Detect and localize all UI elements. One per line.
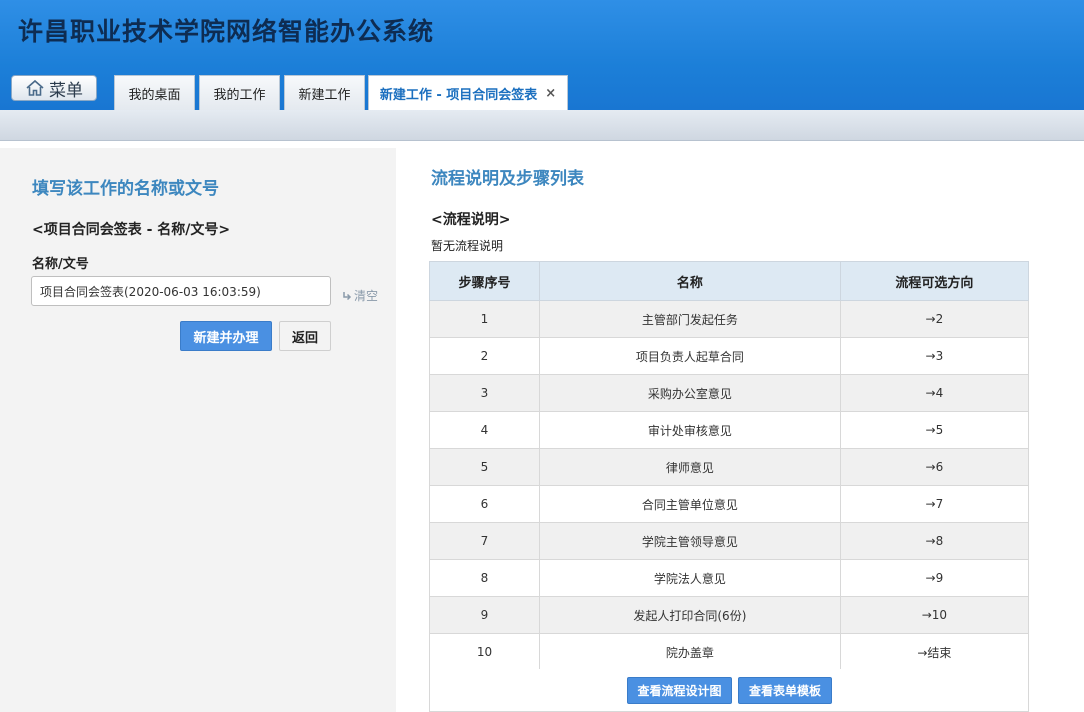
step-name: 审计处审核意见: [538, 411, 841, 449]
menu-label: 菜单: [49, 80, 83, 101]
table-row: 1 主管部门发起任务 →2: [429, 300, 1030, 338]
step-direction: →2: [839, 300, 1030, 338]
step-direction: →4: [839, 374, 1030, 412]
tab-label: 新建工作 - 项目合同会签表: [379, 87, 538, 103]
home-icon: [26, 79, 44, 96]
table-row: 6 合同主管单位意见 →7: [429, 485, 1030, 523]
tab-label: 我的工作: [213, 87, 266, 103]
back-button[interactable]: 返回: [279, 321, 331, 351]
table-row: 10 院办盖章 →结束: [429, 633, 1030, 671]
step-number: 10: [429, 633, 540, 671]
app-title: 许昌职业技术学院网络智能办公系统: [18, 17, 435, 46]
sub-toolbar: [0, 110, 1084, 141]
tab-label: 我的桌面: [128, 87, 181, 103]
step-number: 8: [429, 559, 540, 597]
step-name: 院办盖章: [538, 633, 841, 671]
step-number: 5: [429, 448, 540, 486]
flow-description-text: 暂无流程说明: [431, 239, 504, 253]
step-number: 4: [429, 411, 540, 449]
view-form-template-button[interactable]: 查看表单模板: [738, 677, 832, 704]
table-row: 4 审计处审核意见 →5: [429, 411, 1030, 449]
step-direction: →8: [839, 522, 1030, 560]
step-name: 发起人打印合同(6份): [538, 596, 841, 634]
left-panel: 填写该工作的名称或文号 <项目合同会签表 - 名称/文号> 名称/文号 清空 新…: [0, 148, 396, 712]
column-header-step-number: 步骤序号: [429, 261, 540, 301]
table-header-row: 步骤序号 名称 流程可选方向: [429, 261, 1030, 301]
step-name: 项目负责人起草合同: [538, 337, 841, 375]
step-direction: →5: [839, 411, 1030, 449]
steps-table: 步骤序号 名称 流程可选方向 1 主管部门发起任务 →2 2 项目负责人起草合同…: [429, 261, 1030, 671]
flow-description-heading: <流程说明>: [431, 212, 511, 228]
column-header-name: 名称: [538, 261, 841, 301]
step-direction: →结束: [839, 633, 1030, 671]
table-row: 5 律师意见 →6: [429, 448, 1030, 486]
table-row: 9 发起人打印合同(6份) →10: [429, 596, 1030, 634]
flow-section-title: 流程说明及步骤列表: [431, 169, 584, 189]
step-direction: →9: [839, 559, 1030, 597]
table-row: 3 采购办公室意见 →4: [429, 374, 1030, 412]
menu-button[interactable]: 菜单: [11, 75, 97, 101]
name-field-label: 名称/文号: [32, 257, 89, 272]
form-subtitle: <项目合同会签表 - 名称/文号>: [32, 222, 231, 238]
panel-title: 填写该工作的名称或文号: [32, 179, 219, 199]
view-flowchart-button[interactable]: 查看流程设计图: [627, 677, 732, 704]
tab-new-work-contract[interactable]: 新建工作 - 项目合同会签表 ×: [368, 75, 568, 110]
table-row: 7 学院主管领导意见 →8: [429, 522, 1030, 560]
tab-my-desktop[interactable]: 我的桌面: [114, 75, 195, 110]
step-name: 采购办公室意见: [538, 374, 841, 412]
step-direction: →7: [839, 485, 1030, 523]
tab-my-work[interactable]: 我的工作: [199, 75, 280, 110]
clear-arrow-icon: [343, 291, 352, 300]
step-name: 律师意见: [538, 448, 841, 486]
step-direction: →3: [839, 337, 1030, 375]
clear-link[interactable]: 清空: [342, 287, 378, 304]
create-and-process-button[interactable]: 新建并办理: [180, 321, 272, 351]
table-row: 8 学院法人意见 →9: [429, 559, 1030, 597]
step-name: 学院法人意见: [538, 559, 841, 597]
table-row: 2 项目负责人起草合同 →3: [429, 337, 1030, 375]
step-number: 3: [429, 374, 540, 412]
tab-label: 新建工作: [298, 87, 351, 103]
step-number: 9: [429, 596, 540, 634]
step-number: 7: [429, 522, 540, 560]
step-number: 1: [429, 300, 540, 338]
close-icon[interactable]: ×: [545, 86, 556, 101]
step-name: 学院主管领导意见: [538, 522, 841, 560]
column-header-direction: 流程可选方向: [839, 261, 1030, 301]
step-direction: →10: [839, 596, 1030, 634]
step-name: 主管部门发起任务: [538, 300, 841, 338]
header-bar: 许昌职业技术学院网络智能办公系统 菜单 我的桌面 我的工作 新建工作 新建工作 …: [0, 0, 1084, 110]
tab-new-work[interactable]: 新建工作: [284, 75, 365, 110]
step-name: 合同主管单位意见: [538, 485, 841, 523]
step-number: 2: [429, 337, 540, 375]
name-field[interactable]: [31, 276, 331, 306]
clear-label: 清空: [354, 289, 379, 303]
step-direction: →6: [839, 448, 1030, 486]
step-number: 6: [429, 485, 540, 523]
